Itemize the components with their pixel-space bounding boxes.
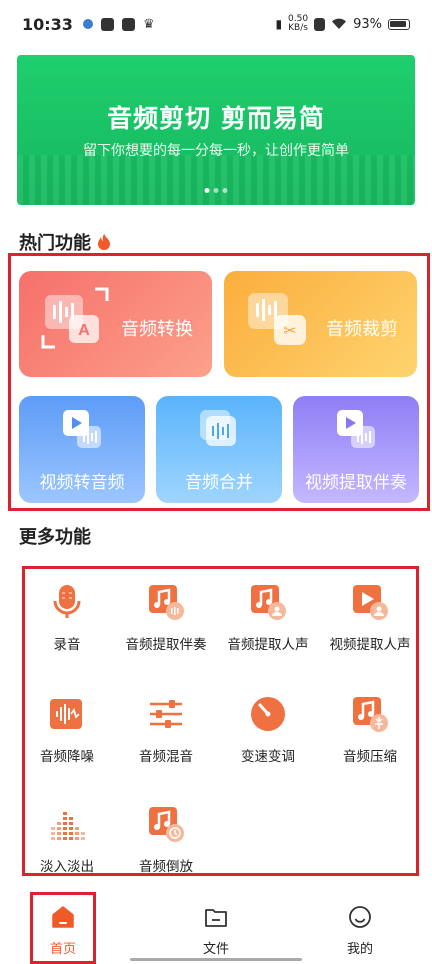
audio-convert-icon: A [41,287,109,349]
audio-reverse-icon [149,807,184,842]
banner-dot[interactable] [204,188,210,193]
video-to-audio-icon [63,410,101,448]
card-video-to-audio[interactable]: 视频转音频 [19,396,145,503]
card-audio-merge[interactable]: 音频合并 [156,396,282,503]
speed-pitch-icon [251,697,285,731]
card-label: 音频裁剪 [326,319,398,340]
wifi-icon [332,18,347,29]
feature-record[interactable]: 录音 [16,575,118,665]
status-right: ▮ 0.50 KB/s 93% [275,15,410,33]
nav-label: 文件 [202,942,229,957]
hot-section-title: 热门功能 [19,229,111,255]
nav-label: 我的 [346,942,373,957]
video-extract-accompaniment-icon [337,410,375,448]
card-audio-cut[interactable]: ✂ 音频裁剪 [224,271,417,377]
promo-banner[interactable]: 音频剪切 剪而易简 留下你想要的每一分每一秒，让创作更简单 [17,55,415,205]
feature-audio-extract-accompaniment[interactable]: 音频提取伴奏 [115,575,217,665]
app-notification-icon [100,17,114,31]
video-extract-vocal-icon [353,585,388,620]
feature-audio-compress[interactable]: 音频压缩 [319,687,421,777]
feature-audio-extract-vocal[interactable]: 音频提取人声 [217,575,319,665]
sim-icon [314,17,326,31]
crown-icon: ♛ [142,16,155,32]
nav-label: 首页 [49,942,76,957]
folder-icon [205,909,227,927]
feature-label: 音频降噪 [40,749,94,765]
svg-text:A: A [78,322,90,339]
feature-noise-reduction[interactable]: 音频降噪 [16,687,118,777]
status-time: 10:33 [22,14,73,34]
feature-label: 视频提取人声 [329,637,411,653]
feature-label: 淡入淡出 [40,859,94,875]
nav-files[interactable]: 文件 [176,892,256,962]
more-section-title: 更多功能 [19,523,91,549]
fade-icon [51,812,85,840]
feature-label: 变速变调 [241,749,295,765]
mixer-icon [150,700,182,728]
banner-dot[interactable] [213,188,219,193]
feature-label: 音频倒放 [139,859,193,875]
feature-speed-pitch[interactable]: 变速变调 [217,687,319,777]
battery-icon [388,18,410,30]
feature-audio-reverse[interactable]: 音频倒放 [115,797,217,887]
status-bar: 10:33 ♛ ▮ 0.50 KB/s 93% [0,0,432,48]
status-notification-icons: ♛ [82,16,156,32]
banner-subtitle: 留下你想要的每一分每一秒，让创作更简单 [83,143,349,159]
microphone-icon [53,585,81,618]
vibrate-icon: ▮ [275,17,283,31]
more-title-text: 更多功能 [19,527,91,548]
feature-video-extract-vocal[interactable]: 视频提取人声 [319,575,421,665]
feature-label: 音频压缩 [343,749,397,765]
feature-label: 音频混音 [139,749,193,765]
hot-features-panel: A 音频转换 ✂ 音频裁剪 视频转音频 音频合并 视频提取伴奏 [8,253,430,511]
audio-extract-accompaniment-icon [149,585,184,620]
net-speed: 0.50 KB/s [288,15,308,33]
feature-fade[interactable]: 淡入淡出 [16,797,118,887]
card-label: 视频转音频 [39,473,125,493]
card-label: 视频提取伴奏 [305,473,407,493]
noise-reduction-icon [50,699,82,729]
net-speed-unit: KB/s [288,23,308,33]
nav-profile[interactable]: 我的 [320,892,400,962]
nav-home[interactable]: 首页 [30,892,96,964]
hot-title-text: 热门功能 [19,233,91,254]
svg-text:✂: ✂ [283,321,296,340]
card-label: 音频转换 [121,319,193,340]
banner-dot[interactable] [222,188,228,193]
battery-percent: 93% [353,16,382,32]
feature-label: 音频提取人声 [227,637,309,653]
audio-extract-vocal-icon [251,585,286,620]
home-indicator[interactable] [130,958,302,961]
bottom-nav: 首页 文件 我的 [0,892,432,964]
audio-merge-icon [200,410,236,446]
audio-cut-icon: ✂ [248,293,306,345]
mail-icon [121,17,135,31]
card-label: 音频合并 [185,473,253,493]
fire-icon [98,233,110,250]
feature-mixer[interactable]: 音频混音 [115,687,217,777]
profile-icon [349,906,371,928]
banner-title: 音频剪切 剪而易简 [107,104,325,133]
feature-label: 录音 [53,637,81,653]
audio-compress-icon [353,697,388,732]
card-audio-convert[interactable]: A 音频转换 [19,271,212,377]
snowflake-icon [82,19,93,29]
more-features-panel: 录音 音频提取伴奏 音频提取人声 视频提取人声 音频降噪 音频混音 变速变调 音… [22,566,419,876]
banner-decoration [17,155,415,205]
card-video-extract-accompaniment[interactable]: 视频提取伴奏 [293,396,419,503]
banner-pagination [204,188,228,193]
feature-label: 音频提取伴奏 [125,637,207,653]
home-icon [52,906,74,928]
